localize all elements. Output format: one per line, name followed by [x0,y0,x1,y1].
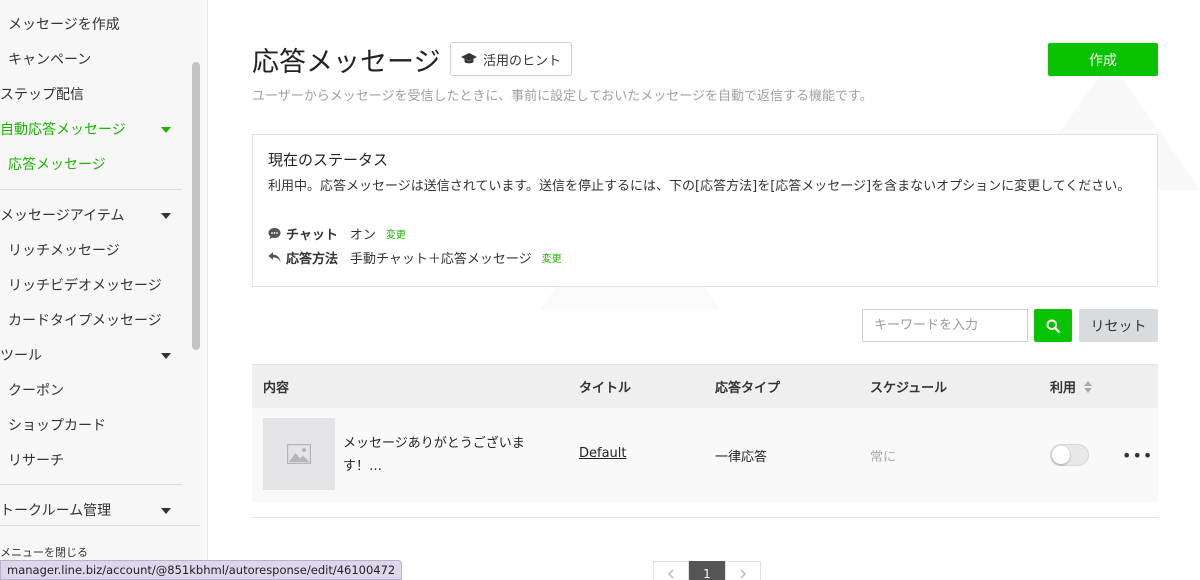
image-placeholder-icon [287,444,311,464]
sidebar-item-create-message[interactable]: メッセージを作成 [8,11,120,37]
change-chat-link[interactable]: 変更 [386,226,406,241]
column-header-usage-label: 利用 [1050,381,1077,396]
sidebar-item-talk-room[interactable]: トークルーム管理 [0,497,111,523]
usage-toggle[interactable] [1050,444,1089,466]
chevron-down-icon[interactable] [161,127,171,133]
response-method-row: 応答方法 手動チャット＋応答メッセージ 変更 [268,247,562,267]
sidebar-item-response-message[interactable]: 応答メッセージ [8,151,106,177]
more-options-icon[interactable]: ••• [1122,446,1153,465]
column-header-response-type: 応答タイプ [715,381,781,396]
sidebar-item-card-type-message[interactable]: カードタイプメッセージ [8,307,162,333]
reply-icon [268,250,282,264]
sidebar-item-research[interactable]: リサーチ [8,447,64,473]
row-title-link[interactable]: Default [579,446,627,461]
sidebar-item-rich-message[interactable]: リッチメッセージ [8,237,120,263]
sidebar: メッセージを作成 キャンペーン ステップ配信 自動応答メッセージ 応答メッセージ… [0,0,208,580]
prev-page-button[interactable] [653,561,689,580]
chevron-down-icon[interactable] [161,213,171,219]
chevron-down-icon[interactable] [161,508,171,514]
column-header-usage[interactable]: 利用 [1050,377,1093,396]
sidebar-item-auto-response[interactable]: 自動応答メッセージ [0,116,126,142]
message-thumbnail [263,418,335,490]
column-header-schedule: スケジュール [870,381,948,396]
hint-button[interactable]: 活用のヒント [450,42,572,76]
search-input[interactable] [862,309,1028,342]
chat-status-row: チャット オン 変更 [268,223,406,243]
row-schedule: 常に [870,450,897,465]
page-number-button[interactable]: 1 [689,561,725,580]
toggle-knob [1052,446,1070,464]
sidebar-item-shop-card[interactable]: ショップカード [8,412,106,438]
response-method-value: 手動チャット＋応答メッセージ [350,251,532,267]
chat-bubble-icon [268,226,282,240]
sort-icon[interactable] [1084,380,1093,393]
search-button[interactable] [1034,309,1072,342]
pagination: 1 [653,561,761,580]
sidebar-divider [0,189,182,190]
table-row[interactable]: メッセージありがとうございます！… Default 一律応答 常に ••• [252,408,1158,502]
search-icon [1046,319,1060,333]
row-content: メッセージありがとうございます！… [343,436,525,474]
sidebar-item-rich-video-message[interactable]: リッチビデオメッセージ [8,272,162,298]
page-title: 応答メッセージ [252,47,441,78]
table-bottom-divider [252,517,1158,518]
status-card: 現在のステータス 利用中。応答メッセージは送信されています。送信を停止するには、… [252,134,1158,287]
next-page-button[interactable] [725,561,761,580]
sidebar-item-tools[interactable]: ツール [0,342,42,368]
reset-button[interactable]: リセット [1079,309,1158,342]
chat-label: チャット [286,227,338,243]
response-method-label: 応答方法 [286,251,339,267]
graduation-cap-icon [460,53,477,64]
status-bar-url: manager.line.biz/account/@851kbhml/autor… [0,560,403,580]
chat-value: オン [349,227,376,243]
close-menu-link[interactable]: メニューを閉じる [0,544,88,560]
status-heading: 現在のステータス [268,151,389,169]
change-method-link[interactable]: 変更 [542,250,562,265]
sidebar-divider [0,484,182,485]
chevron-right-icon [740,569,747,579]
sidebar-item-message-items[interactable]: メッセージアイテム [0,202,124,228]
sidebar-divider [0,525,200,526]
sidebar-item-coupon[interactable]: クーポン [8,377,64,403]
sidebar-scrollbar[interactable] [192,62,200,350]
sidebar-item-step-delivery[interactable]: ステップ配信 [0,81,84,107]
column-header-title: タイトル [579,381,632,396]
column-header-content: 内容 [263,381,290,396]
hint-button-label: 活用のヒント [482,53,561,69]
row-response-type: 一律応答 [715,450,768,465]
chevron-down-icon[interactable] [161,353,171,359]
table-header: 内容 タイトル 応答タイプ スケジュール 利用 [252,364,1158,408]
page-subtitle: ユーザーからメッセージを受信したときに、事前に設定しておいたメッセージを自動で返… [252,89,873,104]
chevron-left-icon [667,569,674,579]
sidebar-item-campaign[interactable]: キャンペーン [8,46,91,72]
create-button[interactable]: 作成 [1048,43,1158,76]
status-description: 利用中。応答メッセージは送信されています。送信を停止するには、下の[応答方法]を… [268,179,1131,194]
